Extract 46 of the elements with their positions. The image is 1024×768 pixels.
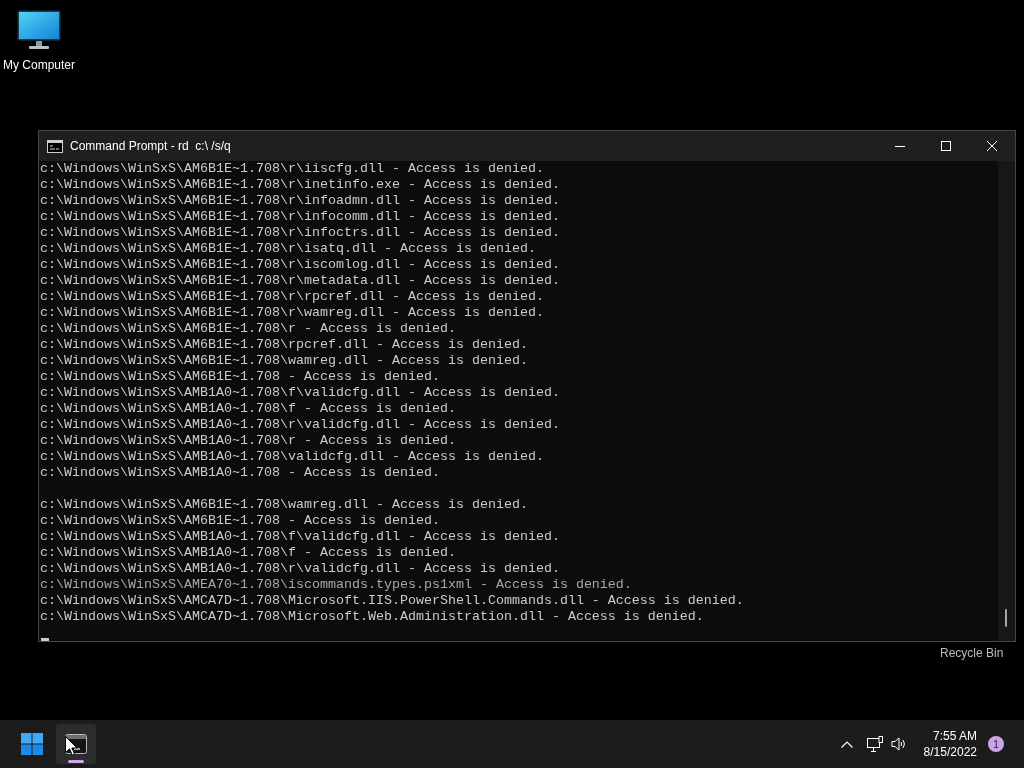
clock-button[interactable]: 7:55 AM 8/15/2022: [911, 724, 983, 764]
console-app-icon: [47, 139, 63, 153]
console-line: c:\Windows\WinSxS\AMB1A0~1.708\r\validcfg.dll - Access is denied.: [40, 561, 560, 576]
console-line: c:\Windows\WinSxS\AM6B1E~1.708\r\metadata.dll - Access is denied.: [40, 273, 560, 288]
console-line: c:\Windows\WinSxS\AM6B1E~1.708\r\iiscfg.dll - Access is denied.: [40, 161, 544, 176]
desktop-shortcut-label[interactable]: Recycle Bin: [940, 646, 1004, 660]
monitor-icon: [17, 10, 61, 50]
console-line: c:\Windows\WinSxS\AMEA70~1.708\iscommands.types.ps1xml - Access is denied.: [40, 577, 632, 592]
console-line: c:\Windows\WinSxS\AM6B1E~1.708\wamreg.dll - Access is denied.: [40, 353, 528, 368]
console-line: c:\Windows\WinSxS\AMB1A0~1.708\r\validcfg.dll - Access is denied.: [40, 417, 560, 432]
console-line: c:\Windows\WinSxS\AMB1A0~1.708\f - Access is denied.: [40, 401, 456, 416]
console-line: c:\Windows\WinSxS\AM6B1E~1.708\wamreg.dll - Access is denied.: [40, 497, 528, 512]
text-cursor-icon: [41, 638, 49, 641]
chevron-up-icon: [841, 740, 853, 748]
maximize-icon: [941, 141, 951, 151]
console-line: c:\Windows\WinSxS\AM6B1E~1.708\r\inetinfo.exe - Access is denied.: [40, 177, 560, 192]
scrollbar-track[interactable]: [998, 161, 1015, 641]
console-line: c:\Windows\WinSxS\AM6B1E~1.708\r\isatq.dll - Access is denied.: [40, 241, 536, 256]
console-line: c:\Windows\WinSxS\AMB1A0~1.708\f\validcfg.dll - Access is denied.: [40, 385, 560, 400]
console-line: c:\Windows\WinSxS\AM6B1E~1.708\r\infocomm.dll - Access is denied.: [40, 209, 560, 224]
desktop-shortcut[interactable]: My Computer: [0, 10, 78, 72]
console-line: c:\Windows\WinSxS\AM6B1E~1.708 - Access is denied.: [40, 513, 440, 528]
close-icon: [987, 141, 997, 151]
notification-badge[interactable]: 1: [988, 736, 1004, 752]
console-line: c:\Windows\WinSxS\AMCA7D~1.708\Microsoft.Web.Administration.dll - Access is denied.: [40, 609, 704, 624]
console-line: c:\Windows\WinSxS\AM6B1E~1.708 - Access is denied.: [40, 369, 440, 384]
windows-logo-icon: [21, 733, 43, 755]
console-line: c:\Windows\WinSxS\AM6B1E~1.708\r - Access is denied.: [40, 321, 456, 336]
console-line: c:\Windows\WinSxS\AM6B1E~1.708\r\infoadmn.dll - Access is denied.: [40, 193, 560, 208]
console-line: c:\Windows\WinSxS\AM6B1E~1.708\r\infoctrs.dll - Access is denied.: [40, 225, 560, 240]
console-line: c:\Windows\WinSxS\AM6B1E~1.708\r\wamreg.dll - Access is denied.: [40, 305, 544, 320]
scrollbar-thumb[interactable]: [1005, 609, 1007, 627]
console-line: c:\Windows\WinSxS\AM6B1E~1.708\r\iscomlog.dll - Access is denied.: [40, 257, 560, 272]
console-line: c:\Windows\WinSxS\AMB1A0~1.708 - Access is denied.: [40, 465, 440, 480]
console-line: c:\Windows\WinSxS\AMB1A0~1.708\validcfg.dll - Access is denied.: [40, 449, 544, 464]
console-line: c:\Windows\WinSxS\AM6B1E~1.708\rpcref.dll - Access is denied.: [40, 337, 528, 352]
network-icon: [867, 736, 883, 752]
volume-icon: [891, 736, 907, 752]
console-line: c:\Windows\WinSxS\AMB1A0~1.708\f - Access is denied.: [40, 545, 456, 560]
console-line: c:\Windows\WinSxS\AM6B1E~1.708\r\rpcref.dll - Access is denied.: [40, 289, 544, 304]
console-line: c:\Windows\WinSxS\AMB1A0~1.708\r - Access is denied.: [40, 433, 456, 448]
window-title: Command Prompt - rd c:\ /s/q: [70, 139, 231, 153]
console-line: c:\Windows\WinSxS\AMB1A0~1.708\f\validcfg.dll - Access is denied.: [40, 529, 560, 544]
console-line: c:\Windows\WinSxS\AMCA7D~1.708\Microsoft.IIS.PowerShell.Commands.dll - Access is denied.: [40, 593, 744, 608]
taskbar-app-button[interactable]: [56, 724, 96, 764]
mouse-pointer-icon: [65, 736, 78, 756]
